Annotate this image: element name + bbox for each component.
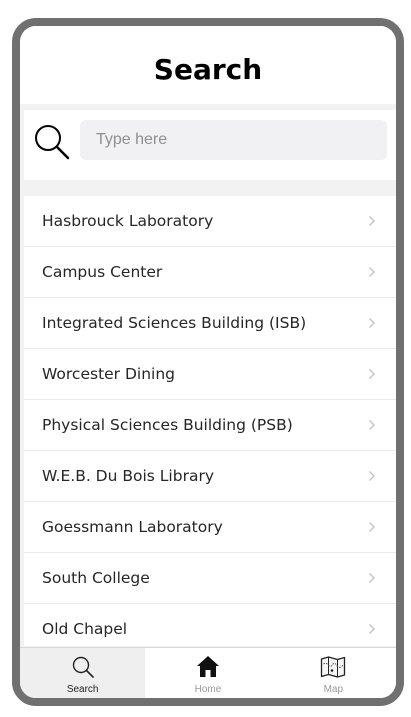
phone-frame: Search Hasbrouck Laboratory Campus Cente… [12, 18, 404, 706]
list-item[interactable]: Old Chapel [24, 604, 396, 646]
list-item-label: Physical Sciences Building (PSB) [42, 416, 293, 434]
search-bar [24, 110, 396, 180]
list-item[interactable]: Worcester Dining [24, 349, 396, 400]
search-input[interactable] [80, 120, 387, 160]
app-screen: Search Hasbrouck Laboratory Campus Cente… [20, 26, 396, 698]
chevron-right-icon [369, 471, 375, 481]
tab-map[interactable]: Map [271, 648, 396, 698]
chevron-right-icon [369, 216, 375, 226]
list-item-label: Goessmann Laboratory [42, 518, 223, 536]
search-icon [35, 125, 70, 160]
list-item-label: Old Chapel [42, 620, 128, 638]
list-item-label: W.E.B. Du Bois Library [42, 467, 214, 485]
tab-search[interactable]: Search [20, 648, 146, 698]
tab-bar: Search Home Map [20, 647, 396, 698]
chevron-right-icon [369, 318, 375, 328]
list-item-label: South College [42, 569, 150, 587]
list-item[interactable]: Physical Sciences Building (PSB) [24, 400, 396, 451]
home-icon [196, 656, 219, 677]
header: Search [20, 26, 396, 104]
list-item[interactable]: Hasbrouck Laboratory [24, 196, 396, 247]
list-item[interactable]: Campus Center [24, 247, 396, 298]
chevron-right-icon [369, 267, 375, 277]
list-item-label: Campus Center [42, 263, 163, 281]
location-list: Hasbrouck Laboratory Campus Center Integ… [24, 196, 396, 646]
map-icon [321, 656, 346, 678]
chevron-right-icon [369, 624, 375, 634]
tab-label: Search [66, 684, 99, 695]
chevron-right-icon [369, 420, 375, 430]
list-item-label: Integrated Sciences Building (ISB) [42, 314, 307, 332]
list-item[interactable]: Goessmann Laboratory [24, 502, 396, 553]
chevron-right-icon [369, 522, 375, 532]
list-item[interactable]: Integrated Sciences Building (ISB) [24, 298, 396, 349]
list-item-label: Worcester Dining [42, 365, 176, 383]
page-title: Search [153, 52, 263, 86]
tab-label: Home [194, 684, 222, 695]
chevron-right-icon [369, 573, 375, 583]
list-item-label: Hasbrouck Laboratory [42, 212, 214, 230]
tab-home[interactable]: Home [145, 648, 270, 698]
search-icon [72, 656, 94, 678]
tab-label: Map [323, 684, 344, 695]
list-item[interactable]: W.E.B. Du Bois Library [24, 451, 396, 502]
list-item[interactable]: South College [24, 553, 396, 604]
chevron-right-icon [369, 369, 375, 379]
